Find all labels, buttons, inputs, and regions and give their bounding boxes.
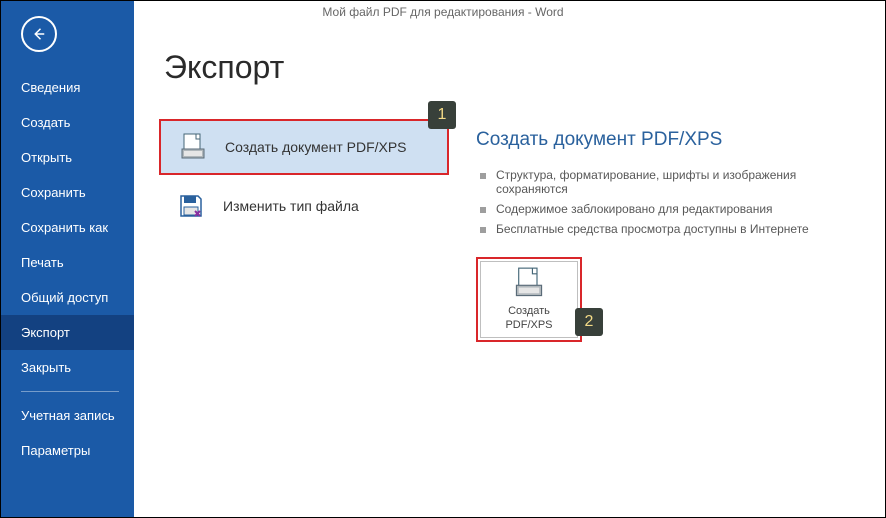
create-pdfxps-highlight: СоздатьPDF/XPS xyxy=(476,257,582,342)
sidebar-item-account[interactable]: Учетная запись xyxy=(1,398,134,433)
sidebar-item-saveas[interactable]: Сохранить как xyxy=(1,210,134,245)
export-option-pdfxps[interactable]: Создать документ PDF/XPS xyxy=(159,119,449,175)
detail-bullet-list: Структура, форматирование, шрифты и изоб… xyxy=(476,165,856,239)
save-as-icon xyxy=(177,193,205,219)
export-option-label: Создать документ PDF/XPS xyxy=(225,139,407,155)
export-option-list: Создать документ PDF/XPS Изменить тип фа… xyxy=(159,119,449,231)
export-detail-pane: Создать документ PDF/XPS Структура, форм… xyxy=(476,129,856,342)
sidebar-item-info[interactable]: Сведения xyxy=(1,70,134,105)
sidebar-item-options[interactable]: Параметры xyxy=(1,433,134,468)
annotation-marker-2: 2 xyxy=(575,308,603,336)
sidebar-item-new[interactable]: Создать xyxy=(1,105,134,140)
sidebar-item-open[interactable]: Открыть xyxy=(1,140,134,175)
backstage-sidebar: Сведения Создать Открыть Сохранить Сохра… xyxy=(1,1,134,517)
arrow-left-icon xyxy=(30,25,48,43)
detail-title: Создать документ PDF/XPS xyxy=(476,129,856,151)
detail-bullet: Содержимое заблокировано для редактирова… xyxy=(476,199,856,219)
create-pdfxps-label: СоздатьPDF/XPS xyxy=(505,305,552,333)
detail-bullet: Бесплатные средства просмотра доступны в… xyxy=(476,219,856,239)
sidebar-separator xyxy=(21,391,119,392)
sidebar-item-print[interactable]: Печать xyxy=(1,245,134,280)
create-pdfxps-button[interactable]: СоздатьPDF/XPS xyxy=(480,261,578,338)
export-option-label: Изменить тип файла xyxy=(223,198,359,214)
sidebar-item-save[interactable]: Сохранить xyxy=(1,175,134,210)
pdf-document-icon xyxy=(515,267,543,299)
sidebar-item-close[interactable]: Закрыть xyxy=(1,350,134,385)
back-button[interactable] xyxy=(21,16,57,52)
sidebar-item-export[interactable]: Экспорт xyxy=(1,315,134,350)
detail-bullet: Структура, форматирование, шрифты и изоб… xyxy=(476,165,856,199)
annotation-marker-1: 1 xyxy=(428,101,456,129)
sidebar-item-share[interactable]: Общий доступ xyxy=(1,280,134,315)
pdf-document-icon xyxy=(179,133,207,161)
page-title: Экспорт xyxy=(164,49,865,86)
export-option-changetype[interactable]: Изменить тип файла xyxy=(159,181,449,231)
